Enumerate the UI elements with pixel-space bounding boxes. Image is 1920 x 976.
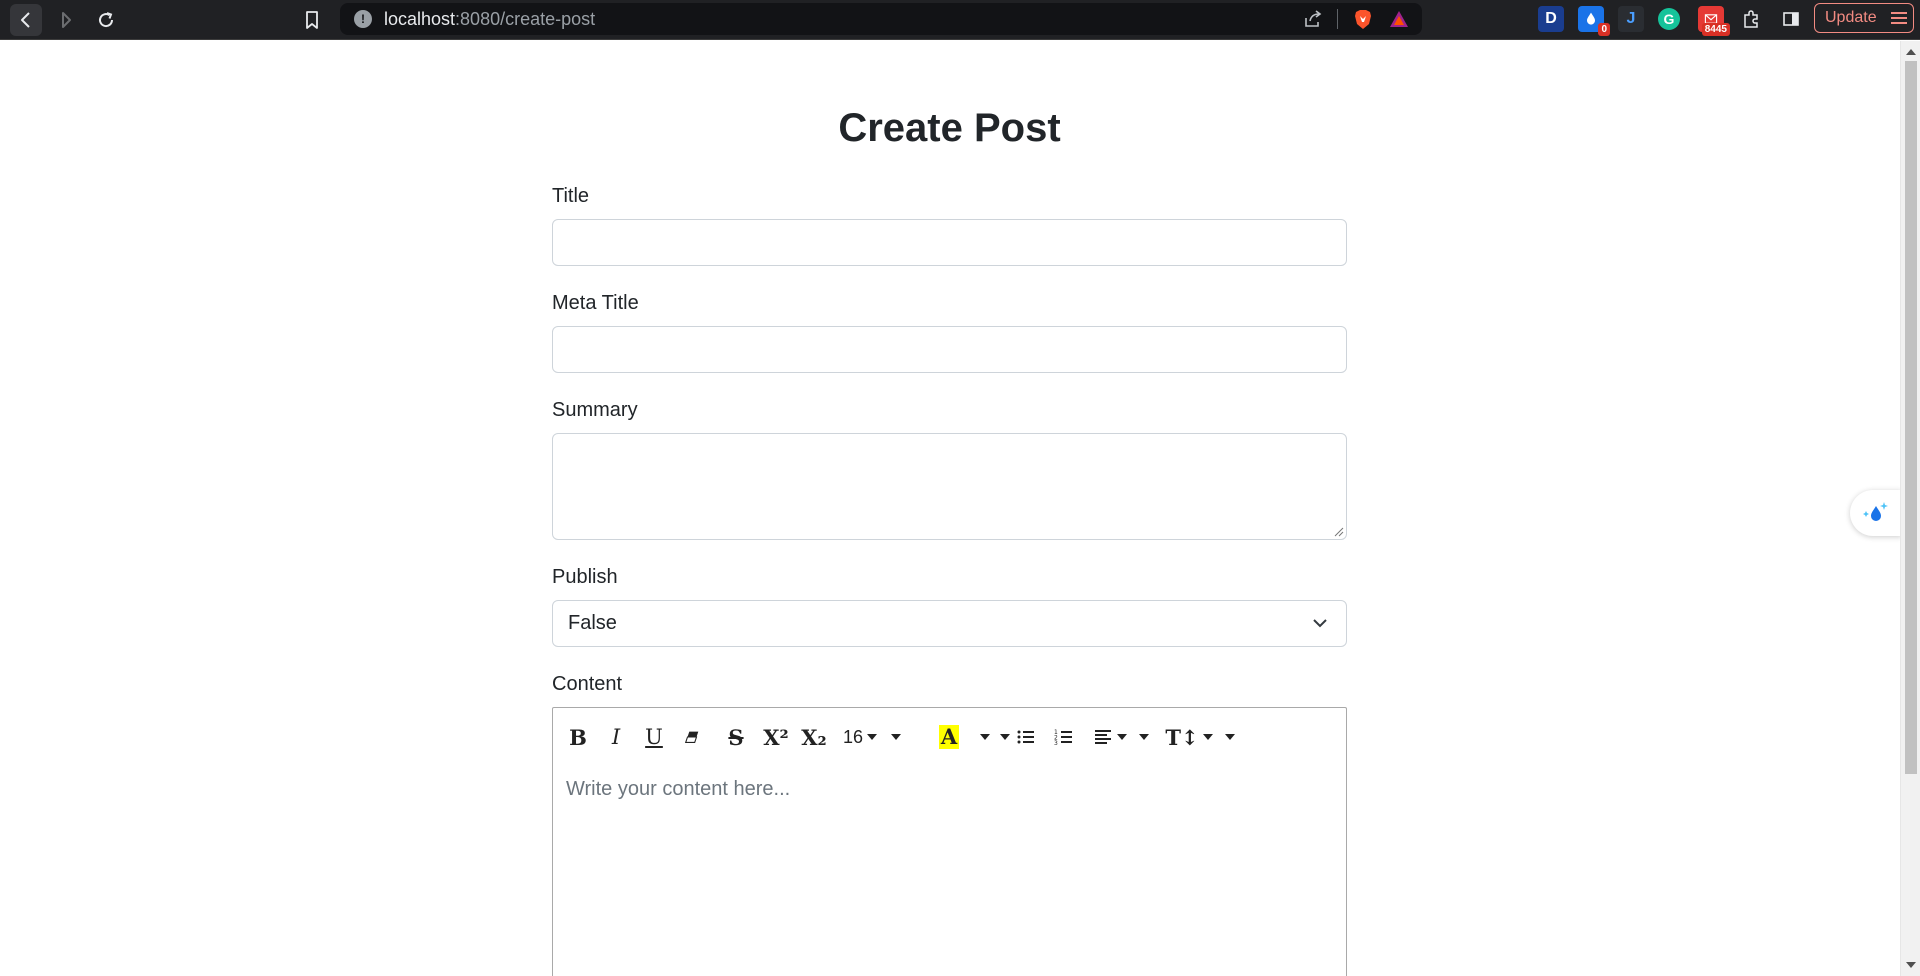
title-label: Title xyxy=(552,185,590,207)
eraser-icon[interactable] xyxy=(679,722,705,752)
meta-title-input[interactable] xyxy=(552,326,1347,373)
sparkle-drop-icon xyxy=(1863,502,1888,521)
back-arrow-icon xyxy=(21,12,30,28)
brave-shields-icon[interactable] xyxy=(1352,8,1374,30)
j-extension-icon[interactable]: J xyxy=(1618,6,1644,32)
align-left-icon xyxy=(1095,730,1111,744)
caret-down-icon xyxy=(1117,734,1127,740)
svg-text:3: 3 xyxy=(1054,740,1058,747)
text-style-icon: T↕ xyxy=(1165,724,1199,750)
caret-down-icon xyxy=(1139,734,1149,740)
url-separator xyxy=(1337,9,1338,29)
forward-button[interactable] xyxy=(50,4,82,36)
address-bar[interactable]: ! localhost:8080/create-post xyxy=(340,3,1422,35)
meta-title-label: Meta Title xyxy=(552,292,639,314)
url-text[interactable]: localhost:8080/create-post xyxy=(384,9,595,30)
resize-handle-icon[interactable] xyxy=(1334,527,1344,537)
grammarly-icon[interactable]: G xyxy=(1658,8,1680,30)
caret-down-icon xyxy=(867,734,878,740)
url-path: :8080/create-post xyxy=(455,8,596,29)
title-group: Title xyxy=(552,182,1347,266)
publish-selected-value: False xyxy=(568,612,617,634)
caret-down-icon xyxy=(1000,734,1010,740)
browser-toolbar: ! localhost:8080/create-post D 0 J G 844… xyxy=(0,0,1920,40)
forward-arrow-icon xyxy=(62,12,71,28)
site-info-icon[interactable]: ! xyxy=(354,10,372,28)
mail-extension-badge: 8445 xyxy=(1701,23,1730,36)
content-group: Content B I U S X² X₂ 16 A 1 2 3 T↕ Writ… xyxy=(552,670,1347,976)
scroll-down-arrow-icon[interactable] xyxy=(1906,962,1916,968)
caret-down-icon xyxy=(1224,734,1235,740)
underline-button[interactable]: U xyxy=(641,722,667,752)
text-style-dropdown[interactable]: T↕ xyxy=(1165,722,1235,752)
font-size-value: 16 xyxy=(842,726,864,747)
caret-down-icon xyxy=(980,734,990,740)
page-title: Create Post xyxy=(838,106,1061,150)
title-input[interactable] xyxy=(552,219,1347,266)
back-button[interactable] xyxy=(10,4,42,36)
summary-label: Summary xyxy=(552,399,638,421)
brave-rewards-icon[interactable] xyxy=(1388,8,1410,30)
chevron-down-icon xyxy=(1313,619,1327,628)
dashlane-icon[interactable]: D xyxy=(1538,6,1564,32)
menu-icon xyxy=(1890,12,1907,24)
bookmark-icon xyxy=(306,11,318,29)
bullet-list-icon[interactable] xyxy=(1013,722,1039,752)
publish-select[interactable]: False xyxy=(552,600,1347,647)
highlight-color-button[interactable]: A xyxy=(937,722,961,752)
italic-button[interactable]: I xyxy=(603,722,629,752)
summary-group: Summary xyxy=(552,396,1347,540)
page-scrollbar[interactable] xyxy=(1900,41,1920,976)
share-icon[interactable] xyxy=(1303,9,1323,29)
reload-icon xyxy=(99,12,114,28)
scroll-thumb[interactable] xyxy=(1905,61,1917,774)
sidebar-toggle-icon[interactable] xyxy=(1778,6,1804,32)
update-button[interactable]: Update xyxy=(1814,3,1914,33)
highlight-a-icon: A xyxy=(938,724,960,749)
content-label: Content xyxy=(552,673,623,695)
strikethrough-button[interactable]: S xyxy=(723,722,749,752)
scroll-up-arrow-icon[interactable] xyxy=(1906,49,1916,55)
highlight-color-dropdown[interactable] xyxy=(969,722,1017,752)
reload-button[interactable] xyxy=(90,4,122,36)
summary-textarea[interactable] xyxy=(552,433,1347,540)
publish-group: Publish False xyxy=(552,563,1347,647)
content-placeholder: Write your content here... xyxy=(566,778,791,800)
publish-label: Publish xyxy=(552,566,618,588)
align-dropdown[interactable] xyxy=(1091,722,1151,752)
extensions-puzzle-icon[interactable] xyxy=(1738,6,1764,32)
drop-extension-icon[interactable]: 0 xyxy=(1578,6,1610,36)
numbered-list-icon[interactable]: 123 xyxy=(1051,722,1077,752)
caret-down-icon xyxy=(891,734,902,740)
create-post-form: Create Post Title Meta Title Summary Pub… xyxy=(552,41,1347,976)
mail-extension-icon[interactable]: 8445 xyxy=(1698,6,1730,36)
rich-text-editor[interactable]: B I U S X² X₂ 16 A 1 2 3 T↕ Write your c… xyxy=(552,707,1347,976)
update-label: Update xyxy=(1825,9,1877,26)
font-size-dropdown[interactable]: 16 xyxy=(841,722,903,752)
meta-title-group: Meta Title xyxy=(552,289,1347,373)
url-host: localhost xyxy=(384,8,456,29)
subscript-button[interactable]: X₂ xyxy=(799,722,829,752)
caret-down-icon xyxy=(1202,734,1213,740)
drop-extension-badge: 0 xyxy=(1598,23,1610,36)
floating-assistant-button[interactable] xyxy=(1850,490,1902,536)
bold-button[interactable]: B xyxy=(565,722,591,752)
bookmark-button[interactable] xyxy=(296,4,328,36)
superscript-button[interactable]: X² xyxy=(761,722,791,752)
